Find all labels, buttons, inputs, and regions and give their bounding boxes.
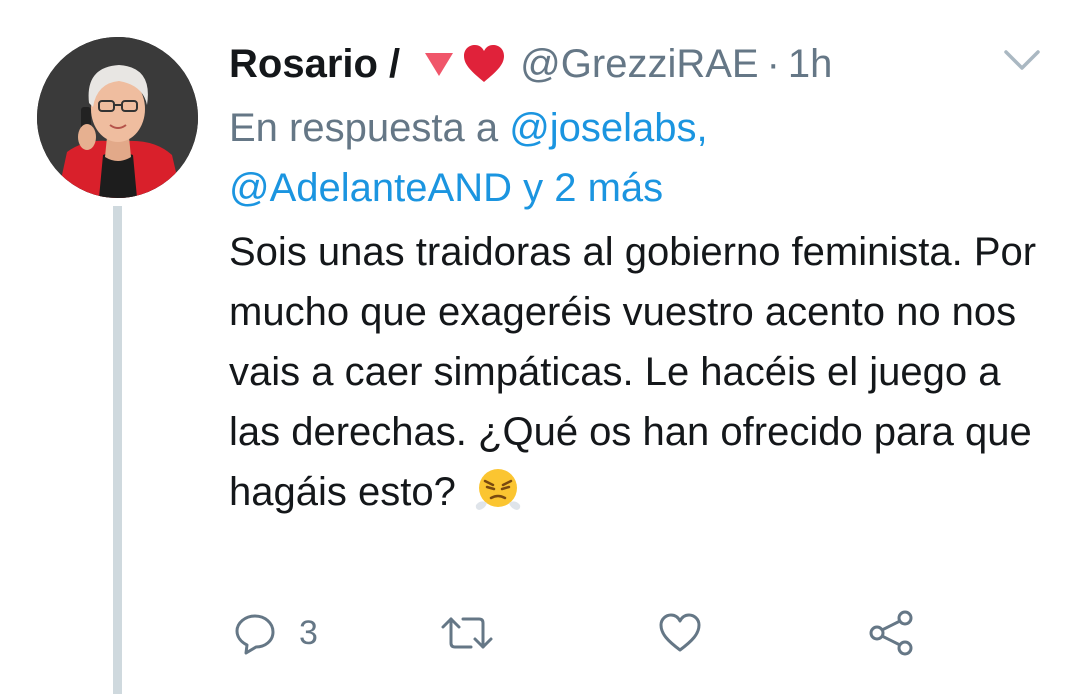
red-triangle-down-icon <box>425 53 454 76</box>
reply-mention-adelanteand[interactable]: @AdelanteAND <box>229 166 512 210</box>
reply-more-link[interactable]: y 2 más <box>523 166 663 210</box>
reply-count: 3 <box>299 613 318 652</box>
author-name[interactable]: Rosario / <box>229 42 400 87</box>
retweet-action[interactable] <box>439 605 495 661</box>
tweet-body: Sois unas traidoras al gobierno feminist… <box>229 222 1059 522</box>
thread-line <box>113 206 122 694</box>
tweet-actions: 3 <box>229 605 1059 665</box>
reply-action[interactable]: 3 <box>233 605 318 661</box>
reply-context: En respuesta a @joselabs, @AdelanteAND y… <box>229 98 1009 218</box>
avatar[interactable] <box>37 37 198 198</box>
share-icon <box>869 610 913 656</box>
tweet-text: Sois unas traidoras al gobierno feminist… <box>229 230 1037 514</box>
reply-mention-joselabs[interactable]: @joselabs, <box>509 106 707 150</box>
header-separator: · <box>766 41 780 86</box>
name-emoji-badges <box>422 43 506 85</box>
reply-icon <box>235 614 275 655</box>
reply-prefix: En respuesta a <box>229 106 499 150</box>
tweet-header: Rosario / @GrezziRAE · 1h <box>229 36 832 92</box>
red-heart-icon <box>464 45 505 82</box>
like-action[interactable] <box>657 605 703 661</box>
tweet-timestamp[interactable]: 1h <box>788 42 833 87</box>
chevron-down-icon[interactable] <box>998 42 1046 78</box>
retweet-icon <box>441 617 493 649</box>
author-handle[interactable]: @GrezziRAE <box>520 42 758 87</box>
tweet-card: Rosario / @GrezziRAE · 1h En respuesta a… <box>0 0 1080 694</box>
heart-outline-icon <box>659 613 701 652</box>
share-action[interactable] <box>867 605 917 661</box>
face-with-steam-from-nose-icon <box>475 469 521 510</box>
